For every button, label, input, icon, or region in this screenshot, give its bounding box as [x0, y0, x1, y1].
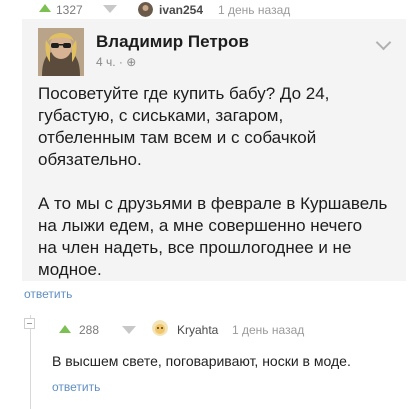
post-author-name: Владимир Петров [96, 32, 249, 51]
comment-username[interactable]: ivan254 [159, 3, 203, 17]
downvote-icon[interactable] [103, 5, 117, 13]
reply-text: В высшем свете, поговаривают, носки в мо… [52, 353, 351, 369]
reply-score: 288 [79, 323, 100, 337]
thread-line [30, 315, 31, 409]
reply-time: 1 день назад [232, 323, 305, 337]
avatar[interactable] [138, 2, 153, 17]
upvote-icon[interactable] [59, 325, 71, 333]
reply-link[interactable]: ответить [52, 380, 100, 394]
downvote-icon[interactable] [122, 326, 136, 334]
post-author-avatar [38, 28, 84, 76]
post-text: Посоветуйте где купить бабу? До 24, губа… [38, 84, 388, 279]
avatar[interactable] [152, 320, 168, 336]
comment-score: 1327 [56, 3, 83, 17]
collapse-icon[interactable] [24, 318, 35, 329]
chevron-down-icon [375, 34, 392, 51]
comment-time: 1 день назад [218, 3, 291, 17]
reply-link[interactable]: ответить [24, 287, 72, 301]
upvote-icon[interactable] [39, 4, 51, 12]
reply-username[interactable]: Kryahta [177, 323, 218, 337]
embedded-post-image: Владимир Петров 4 ч. · ⊕ Посоветуйте где… [22, 19, 406, 281]
post-meta: 4 ч. · ⊕ [96, 55, 137, 69]
